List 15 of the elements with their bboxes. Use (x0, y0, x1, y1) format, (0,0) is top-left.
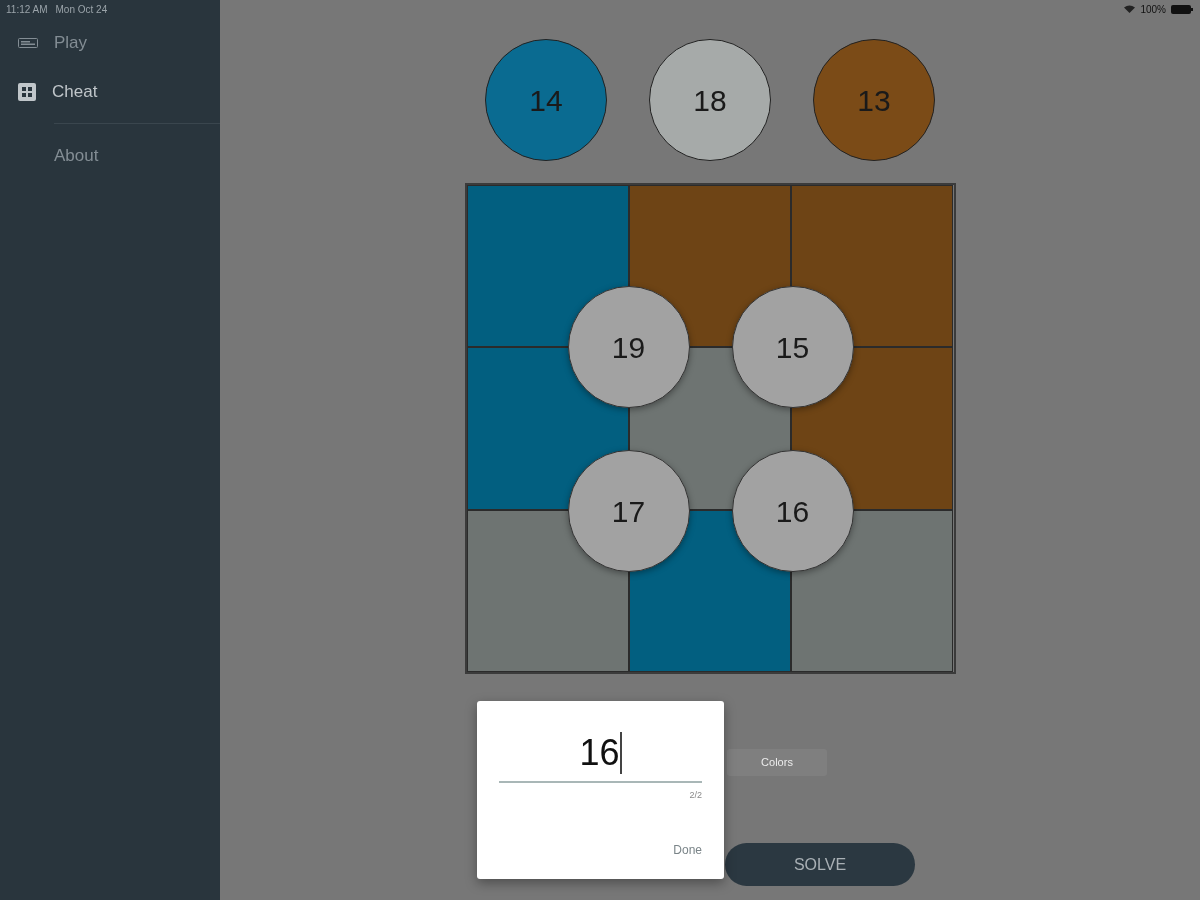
wifi-icon (1124, 5, 1136, 13)
battery-icon (1171, 4, 1193, 14)
status-time: 11:12 AM (6, 2, 48, 17)
character-counter: 2/2 (689, 789, 702, 802)
sidebar-item[interactable]: Play (0, 18, 220, 67)
colors-button[interactable]: Colors (727, 749, 827, 776)
sidebar-item[interactable]: Cheat (0, 67, 220, 116)
grid-icon (18, 82, 36, 101)
sidebar-item[interactable]: About (0, 131, 220, 180)
battery-percentage: 100% (1140, 2, 1166, 17)
bars-icon (18, 37, 38, 48)
done-button[interactable]: Done (673, 841, 702, 859)
status-date: Mon Oct 24 (55, 2, 108, 17)
solve-button[interactable]: SOLVE (725, 843, 915, 886)
number-input-field[interactable]: 16 (499, 725, 702, 783)
